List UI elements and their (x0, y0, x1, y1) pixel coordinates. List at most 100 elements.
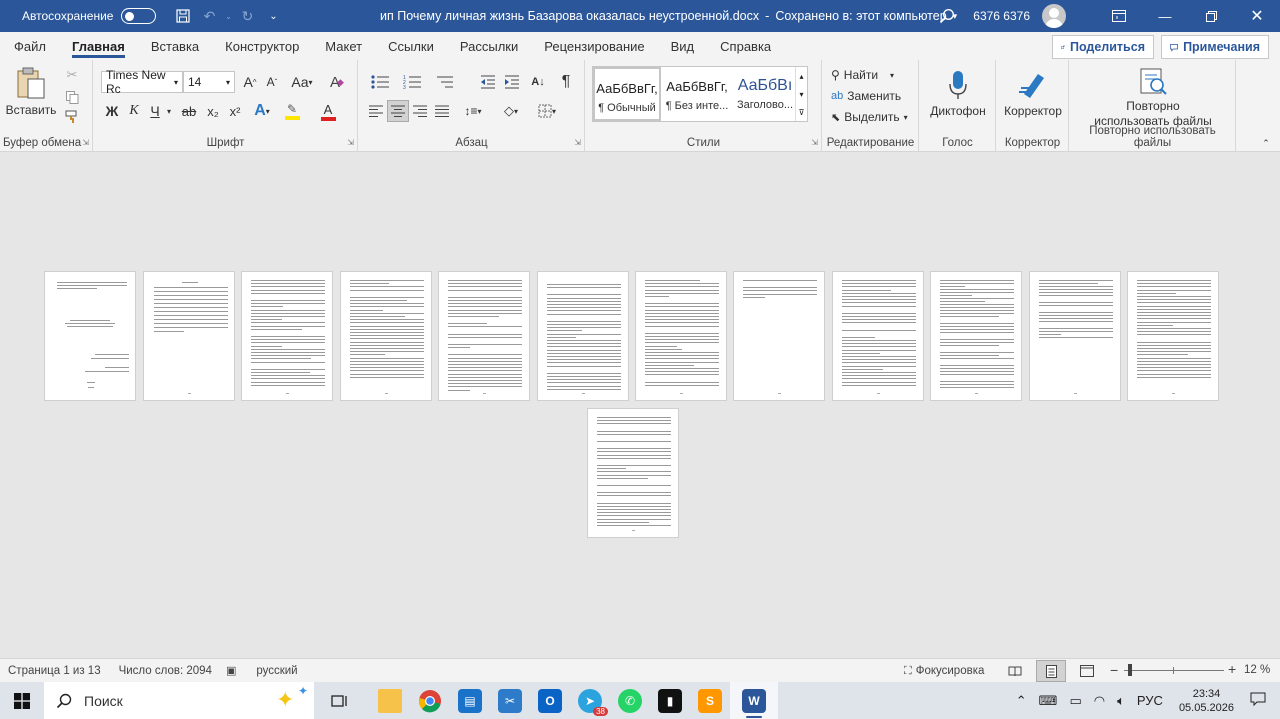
network-icon[interactable]: ▭ (1063, 693, 1087, 709)
align-right-icon[interactable] (409, 100, 431, 122)
share-button[interactable]: Поделиться (1052, 35, 1154, 59)
collapse-ribbon-icon[interactable]: ⌃ (1258, 136, 1274, 150)
tab-layout[interactable]: Макет (312, 32, 375, 60)
sublime-icon[interactable]: S (690, 682, 730, 719)
chevron-up-icon[interactable]: ▴ (799, 72, 803, 81)
whatsapp-icon[interactable]: ✆ (610, 682, 650, 719)
shrink-font-icon[interactable]: Aˇ (262, 71, 282, 93)
style-no-spacing[interactable]: АаБбВвГг, ¶ Без инте... (663, 67, 731, 121)
redo-icon[interactable]: ↻ (234, 0, 260, 32)
tab-mailings[interactable]: Рассылки (447, 32, 531, 60)
cut-icon[interactable]: ✂ (62, 66, 82, 84)
avatar[interactable] (1042, 4, 1066, 28)
taskbar-search[interactable]: Поиск ✦ ✦ (44, 682, 314, 719)
page-thumbnail[interactable] (832, 271, 924, 401)
dialog-launcher-icon[interactable]: ⇲ (82, 138, 89, 147)
wifi-icon[interactable]: ◠ (1088, 693, 1111, 709)
chevron-down-icon[interactable]: ▾ (164, 100, 174, 122)
tab-view[interactable]: Вид (658, 32, 708, 60)
proofing-icon[interactable]: ▣ (226, 664, 236, 677)
italic-button[interactable]: К (124, 100, 144, 122)
text-effects-icon[interactable]: A ▾ (249, 100, 275, 122)
comments-button[interactable]: Примечания (1161, 35, 1269, 59)
select-button[interactable]: ⬉ Выделить ▾ (831, 108, 917, 126)
task-view-icon[interactable] (320, 682, 360, 719)
bold-button[interactable]: Ж (102, 100, 122, 122)
editor-button[interactable]: Корректор (1001, 66, 1065, 122)
save-icon[interactable] (170, 0, 196, 32)
undo-icon[interactable]: ↶ (196, 0, 222, 32)
minimize-icon[interactable]: — (1142, 0, 1188, 32)
undo-dropdown-icon[interactable]: ⌄ (222, 0, 234, 32)
more-styles-icon[interactable]: ⊽ (799, 108, 805, 117)
format-painter-icon[interactable] (62, 108, 82, 126)
page-thumbnail[interactable] (143, 271, 235, 401)
page-thumbnail[interactable] (733, 271, 825, 401)
windows-start-icon[interactable] (0, 682, 44, 719)
user-name[interactable]: 6376 6376 (973, 9, 1030, 23)
tab-file[interactable]: Файл (0, 32, 59, 60)
file-explorer-icon[interactable] (370, 682, 410, 719)
strikethrough-button[interactable]: ab (178, 100, 200, 122)
tab-review[interactable]: Рецензирование (531, 32, 657, 60)
telegram-icon[interactable]: ➤ 38 (570, 682, 610, 719)
search-icon[interactable] (927, 0, 967, 32)
zoom-slider[interactable] (1124, 664, 1224, 676)
outlook-icon[interactable]: O (530, 682, 570, 719)
clock[interactable]: 23:34 05.05.2026 (1169, 687, 1244, 715)
clear-formatting-icon[interactable]: A ◆ (326, 71, 348, 93)
zoom-level[interactable]: 12 % (1244, 664, 1270, 676)
read-mode-icon[interactable] (1002, 659, 1028, 683)
page-thumbnail[interactable] (1127, 271, 1219, 401)
tab-help[interactable]: Справка (707, 32, 784, 60)
bullets-icon[interactable] (367, 71, 395, 93)
volume-icon[interactable]: 🔈︎ (1111, 693, 1131, 709)
chrome-icon[interactable] (410, 682, 450, 719)
align-left-icon[interactable] (365, 100, 387, 122)
autosave-toggle[interactable] (121, 8, 157, 24)
zoom-in-icon[interactable]: + (1228, 661, 1236, 677)
input-language[interactable]: РУС (1131, 693, 1169, 708)
document-canvas[interactable] (0, 153, 1280, 658)
multilevel-list-icon[interactable] (431, 71, 459, 93)
style-normal[interactable]: АаБбВвГг, ¶ Обычный (593, 67, 661, 121)
page-thumbnail[interactable] (537, 271, 629, 401)
page-thumbnail[interactable] (340, 271, 432, 401)
numbering-icon[interactable]: 123 (399, 71, 427, 93)
decrease-indent-icon[interactable] (477, 71, 499, 93)
font-name-select[interactable]: Times New Rc ▾ (101, 68, 183, 96)
font-color-icon[interactable]: A (314, 100, 342, 122)
font-size-select[interactable]: 14 ▾ (183, 71, 235, 93)
ribbon-display-options-icon[interactable] (1096, 0, 1142, 32)
style-heading[interactable]: АаБбВı Заголово... (731, 67, 799, 121)
tab-references[interactable]: Ссылки (375, 32, 447, 60)
web-layout-icon[interactable] (1074, 659, 1100, 683)
paste-button[interactable]: Вставить (6, 64, 56, 120)
zoom-slider-thumb[interactable] (1128, 664, 1132, 676)
page-thumbnail[interactable] (587, 408, 679, 538)
tab-insert[interactable]: Вставка (138, 32, 212, 60)
line-spacing-icon[interactable]: ↕≡ ▾ (459, 100, 487, 122)
page-thumbnail[interactable] (44, 271, 136, 401)
underline-button[interactable]: Ч (146, 100, 164, 122)
word-icon[interactable]: W (730, 682, 778, 719)
tab-design[interactable]: Конструктор (212, 32, 312, 60)
shading-icon[interactable]: ◇ ▾ (497, 100, 525, 122)
superscript-button[interactable]: x² (224, 100, 246, 122)
chevron-up-icon[interactable]: ⌃ (1010, 693, 1033, 709)
reuse-files-button[interactable]: Повторно использовать файлы (1080, 66, 1226, 130)
page-thumbnail[interactable] (1029, 271, 1121, 401)
chevron-down-icon[interactable]: ▾ (799, 90, 803, 99)
increase-indent-icon[interactable] (501, 71, 523, 93)
dictate-button[interactable]: Диктофон (926, 66, 990, 122)
change-case-icon[interactable]: Aa ▾ (290, 71, 314, 93)
notifications-icon[interactable] (1244, 692, 1280, 709)
borders-icon[interactable]: ▾ (533, 100, 561, 122)
dialog-launcher-icon[interactable]: ⇲ (811, 138, 818, 147)
subscript-button[interactable]: x₂ (202, 100, 224, 122)
close-icon[interactable]: ✕ (1234, 0, 1280, 32)
styles-scroll[interactable]: ▴ ▾ ⊽ (795, 67, 807, 121)
customize-qat-icon[interactable]: ⌄ (260, 0, 286, 32)
dialog-launcher-icon[interactable]: ⇲ (574, 138, 581, 147)
snipping-tool-icon[interactable]: ✂ (490, 682, 530, 719)
